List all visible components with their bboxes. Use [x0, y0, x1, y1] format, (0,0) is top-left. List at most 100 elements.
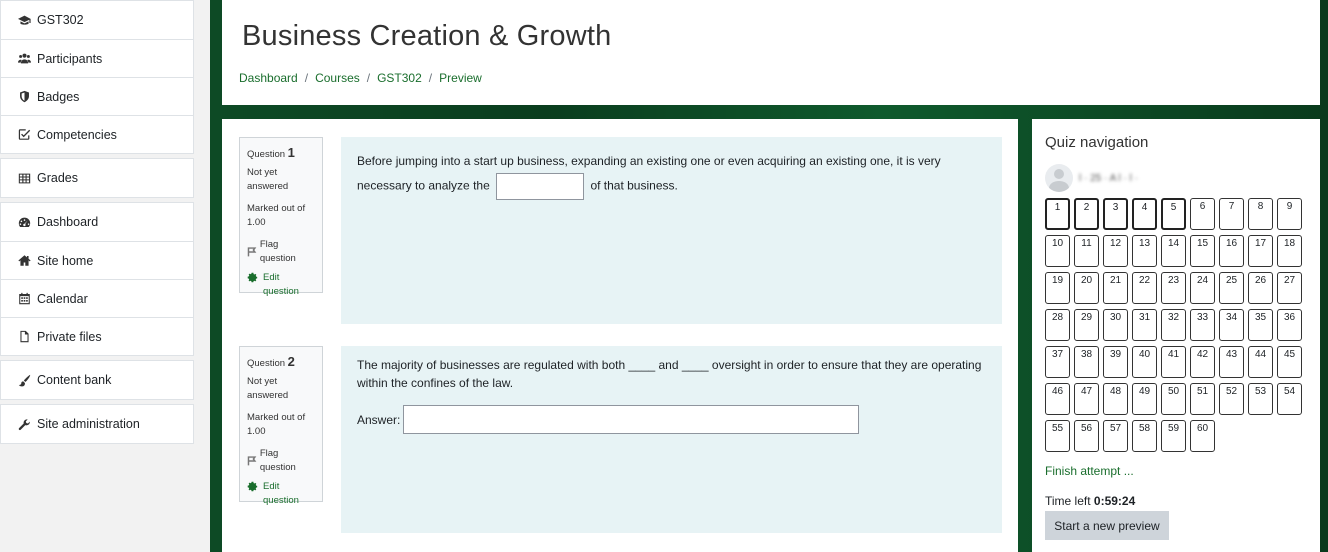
quiz-nav-button-25[interactable]: 25 [1219, 272, 1244, 304]
quiz-nav-button-57[interactable]: 57 [1103, 420, 1128, 452]
quiz-nav-button-56[interactable]: 56 [1074, 420, 1099, 452]
quiz-nav-button-6[interactable]: 6 [1190, 198, 1215, 230]
quiz-nav-button-9[interactable]: 9 [1277, 198, 1302, 230]
quiz-nav-button-54[interactable]: 54 [1277, 383, 1302, 415]
quiz-nav-button-51[interactable]: 51 [1190, 383, 1215, 415]
sidebar-item-label: Participants [37, 51, 103, 66]
quiz-nav-button-32[interactable]: 32 [1161, 309, 1186, 341]
quiz-nav-button-47[interactable]: 47 [1074, 383, 1099, 415]
quiz-nav-button-3[interactable]: 3 [1103, 198, 1128, 230]
quiz-nav-button-20[interactable]: 20 [1074, 272, 1099, 304]
question-state: Not yet answered [247, 167, 289, 192]
breadcrumb-link-courses[interactable]: Courses [315, 71, 360, 85]
answer-blank-input[interactable] [496, 173, 585, 200]
finish-attempt-link[interactable]: Finish attempt ... [1045, 464, 1134, 478]
sidebar-item-participants[interactable]: Participants [1, 39, 193, 77]
sidebar-group: GST302 Participants Badges Competencies [0, 0, 194, 154]
quiz-nav-button-43[interactable]: 43 [1219, 346, 1244, 378]
quiz-nav-button-59[interactable]: 59 [1161, 420, 1186, 452]
quiz-nav-button-4[interactable]: 4 [1132, 198, 1157, 230]
sidebar-item-label: Private files [37, 329, 102, 344]
quiz-nav-button-41[interactable]: 41 [1161, 346, 1186, 378]
question-buttons: 1 2 3 4 5 6 7 8 9 10 11 12 13 14 15 16 17 18 19 20 21 22 23 24 2… [1045, 198, 1305, 452]
sidebar-item-content-bank[interactable]: Content bank [1, 361, 193, 399]
quiz-nav-button-7[interactable]: 7 [1219, 198, 1244, 230]
quiz-nav-button-17[interactable]: 17 [1248, 235, 1273, 267]
quiz-nav-button-49[interactable]: 49 [1132, 383, 1157, 415]
quiz-nav-button-28[interactable]: 28 [1045, 309, 1070, 341]
quiz-nav-button-19[interactable]: 19 [1045, 272, 1070, 304]
quiz-nav-button-53[interactable]: 53 [1248, 383, 1273, 415]
quiz-nav-button-10[interactable]: 10 [1045, 235, 1070, 267]
sidebar-item-site-administration[interactable]: Site administration [1, 405, 193, 443]
breadcrumb: Dashboard / Courses / GST302 / Preview [239, 71, 482, 85]
quiz-nav-button-8[interactable]: 8 [1248, 198, 1273, 230]
sidebar-item-competencies[interactable]: Competencies [1, 115, 193, 153]
quiz-nav-button-26[interactable]: 26 [1248, 272, 1273, 304]
quiz-nav-button-35[interactable]: 35 [1248, 309, 1273, 341]
quiz-nav-button-2[interactable]: 2 [1074, 198, 1099, 230]
shield-icon [17, 90, 31, 104]
quiz-nav-button-39[interactable]: 39 [1103, 346, 1128, 378]
quiz-nav-button-22[interactable]: 22 [1132, 272, 1157, 304]
quiz-nav-button-34[interactable]: 34 [1219, 309, 1244, 341]
quiz-nav-button-46[interactable]: 46 [1045, 383, 1070, 415]
breadcrumb-link-gst302[interactable]: GST302 [377, 71, 422, 85]
quiz-nav-button-13[interactable]: 13 [1132, 235, 1157, 267]
quiz-nav-button-1[interactable]: 1 [1045, 198, 1070, 230]
quiz-nav-button-40[interactable]: 40 [1132, 346, 1157, 378]
sidebar-item-gst302[interactable]: GST302 [1, 1, 193, 39]
quiz-nav-button-60[interactable]: 60 [1190, 420, 1215, 452]
quiz-nav-button-38[interactable]: 38 [1074, 346, 1099, 378]
file-icon [17, 330, 31, 344]
home-icon [17, 254, 31, 268]
start-new-preview-button[interactable]: Start a new preview [1045, 511, 1169, 540]
quiz-nav-button-18[interactable]: 18 [1277, 235, 1302, 267]
quiz-nav-button-15[interactable]: 15 [1190, 235, 1215, 267]
sidebar-group: Content bank [0, 360, 194, 400]
sidebar-item-calendar[interactable]: Calendar [1, 279, 193, 317]
quiz-navigation-title: Quiz navigation [1045, 134, 1149, 151]
question-label: Question [247, 358, 286, 369]
quiz-nav-button-50[interactable]: 50 [1161, 383, 1186, 415]
edit-question-link[interactable]: Edit question [247, 271, 316, 299]
quiz-nav-button-5[interactable]: 5 [1161, 198, 1186, 230]
sidebar-item-dashboard[interactable]: Dashboard [1, 203, 193, 241]
quiz-main: Question 1 Not yet answered Marked out o… [222, 119, 1018, 552]
quiz-nav-button-52[interactable]: 52 [1219, 383, 1244, 415]
quiz-nav-button-36[interactable]: 36 [1277, 309, 1302, 341]
flag-question-button[interactable]: Flag question [247, 238, 316, 266]
quiz-nav-button-37[interactable]: 37 [1045, 346, 1070, 378]
sidebar-item-site-home[interactable]: Site home [1, 241, 193, 279]
quiz-nav-button-27[interactable]: 27 [1277, 272, 1302, 304]
quiz-nav-button-33[interactable]: 33 [1190, 309, 1215, 341]
quiz-nav-button-12[interactable]: 12 [1103, 235, 1128, 267]
quiz-nav-button-44[interactable]: 44 [1248, 346, 1273, 378]
sidebar-item-private-files[interactable]: Private files [1, 317, 193, 355]
quiz-nav-button-21[interactable]: 21 [1103, 272, 1128, 304]
quiz-nav-button-58[interactable]: 58 [1132, 420, 1157, 452]
edit-question-link[interactable]: Edit question [247, 480, 316, 508]
sidebar-item-badges[interactable]: Badges [1, 77, 193, 115]
quiz-nav-button-29[interactable]: 29 [1074, 309, 1099, 341]
breadcrumb-link-dashboard[interactable]: Dashboard [239, 71, 298, 85]
quiz-nav-button-30[interactable]: 30 [1103, 309, 1128, 341]
sidebar-item-grades[interactable]: Grades [1, 159, 193, 197]
quiz-nav-button-23[interactable]: 23 [1161, 272, 1186, 304]
table-icon [17, 171, 31, 185]
gear-icon [247, 481, 258, 492]
quiz-nav-button-55[interactable]: 55 [1045, 420, 1070, 452]
quiz-nav-button-31[interactable]: 31 [1132, 309, 1157, 341]
quiz-nav-button-45[interactable]: 45 [1277, 346, 1302, 378]
answer-input[interactable] [403, 405, 860, 434]
question-info: Question 2 Not yet answered Marked out o… [239, 346, 323, 506]
quiz-nav-button-24[interactable]: 24 [1190, 272, 1215, 304]
sidebar-item-label: Badges [37, 89, 80, 104]
quiz-nav-button-42[interactable]: 42 [1190, 346, 1215, 378]
quiz-nav-button-11[interactable]: 11 [1074, 235, 1099, 267]
quiz-nav-button-48[interactable]: 48 [1103, 383, 1128, 415]
quiz-nav-button-16[interactable]: 16 [1219, 235, 1244, 267]
breadcrumb-link-preview[interactable]: Preview [439, 71, 482, 85]
flag-question-button[interactable]: Flag question [247, 447, 316, 475]
quiz-nav-button-14[interactable]: 14 [1161, 235, 1186, 267]
